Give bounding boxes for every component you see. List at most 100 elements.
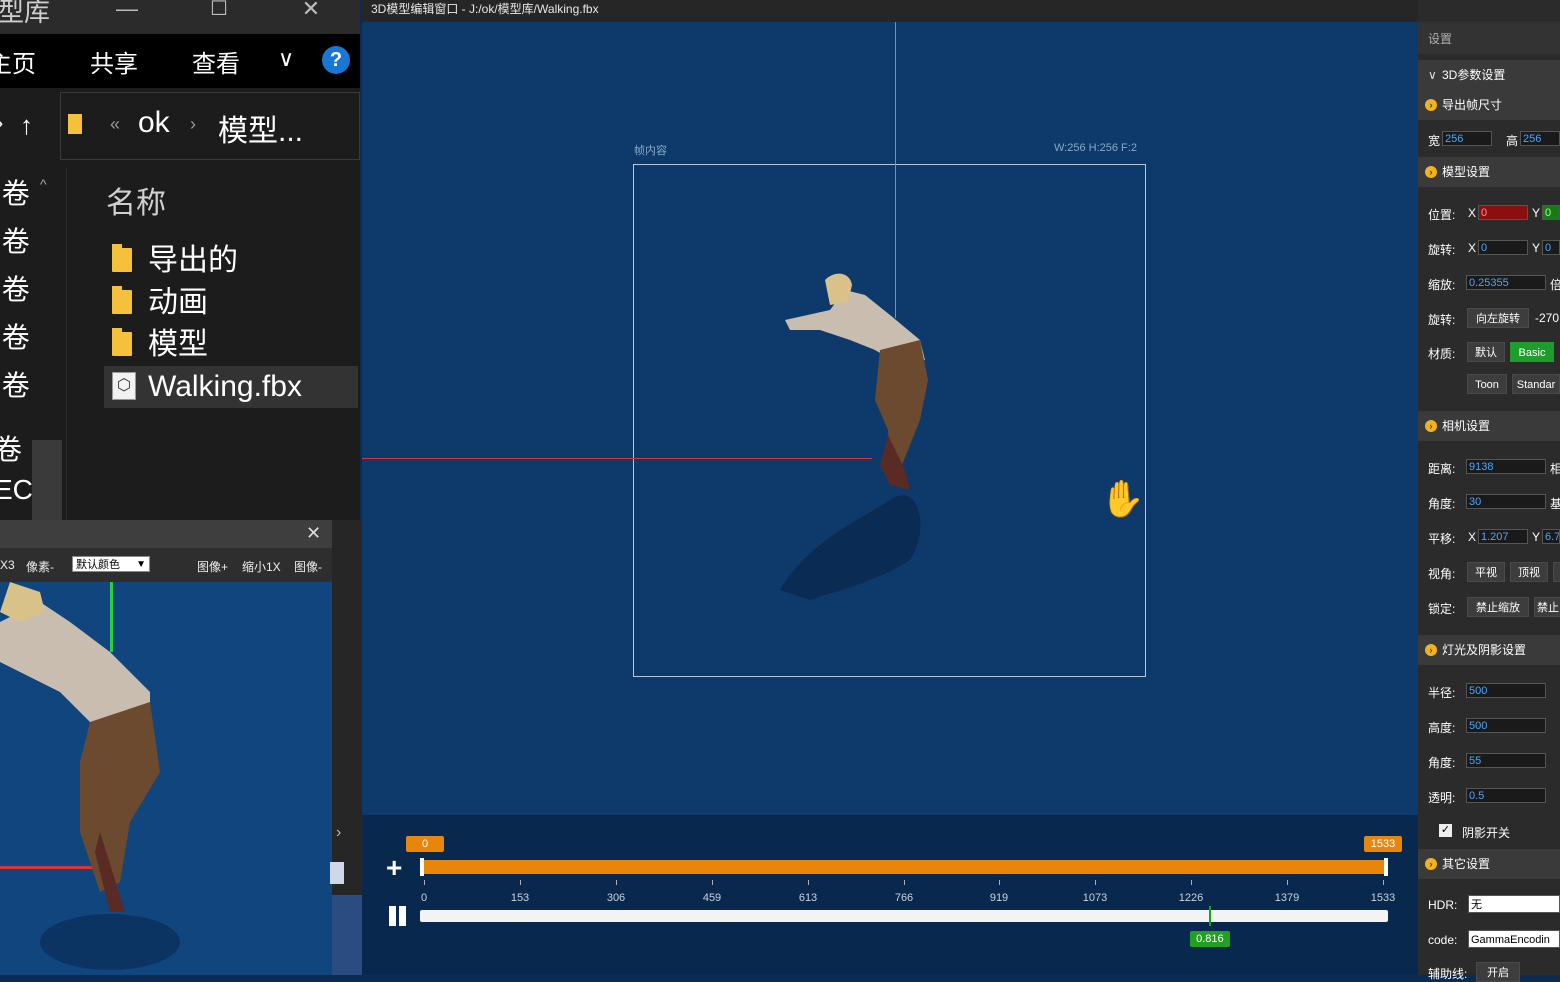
chevron-down-icon: ∨ — [1428, 68, 1437, 82]
section-other-settings[interactable]: › 其它设置 — [1418, 849, 1560, 879]
rotate-value: -270 — [1535, 311, 1560, 325]
editor-title: 3D模型编辑窗口 - J:/ok/模型库/Walking.fbx — [362, 0, 1418, 22]
y-axis-label: Y — [1532, 206, 1541, 220]
image-plus-button[interactable]: 图像+ — [197, 558, 228, 575]
view-top-button[interactable]: 顶视 — [1510, 562, 1548, 582]
section-camera-settings[interactable]: › 相机设置 — [1418, 411, 1560, 441]
view-more-button[interactable] — [1553, 562, 1560, 582]
color-select[interactable]: 默认颜色 ▼ — [72, 556, 150, 572]
close-icon[interactable]: ✕ — [306, 523, 321, 544]
file-row-folder[interactable]: 导出的 — [104, 240, 358, 282]
section-light-shadow[interactable]: › 灯光及阴影设置 — [1418, 635, 1560, 665]
position-y-input[interactable]: 0 — [1542, 205, 1560, 220]
model-figure[interactable] — [770, 270, 950, 600]
scroll-up-icon[interactable]: ^ — [40, 176, 47, 192]
breadcrumb-model[interactable]: 模型... — [218, 106, 303, 150]
breadcrumb-overflow[interactable]: « — [110, 114, 120, 135]
scale-input[interactable]: 0.25355 — [1466, 275, 1546, 290]
distance-input[interactable]: 9138 — [1466, 459, 1546, 474]
pixel-minus-button[interactable]: 像素- — [26, 558, 54, 575]
rotate-label: 旋转: — [1428, 313, 1456, 327]
pan-x-input[interactable]: 1.207 — [1478, 529, 1528, 544]
breadcrumb-ok[interactable]: ok — [138, 106, 170, 140]
tab-share[interactable]: 共享 — [90, 44, 138, 79]
light-height-input[interactable]: 500 — [1466, 718, 1546, 733]
material-basic-button[interactable]: Basic — [1510, 342, 1554, 362]
alpha-input[interactable]: 0.5 — [1466, 788, 1546, 803]
position-x-input[interactable]: 0 — [1478, 205, 1528, 220]
playhead-marker[interactable] — [1208, 906, 1211, 926]
tick-label: 613 — [798, 892, 818, 904]
material-toon-button[interactable]: Toon — [1467, 374, 1507, 394]
height-input[interactable]: 256 — [1520, 131, 1560, 146]
nav-scrollbar[interactable] — [32, 440, 62, 520]
light-angle-input[interactable]: 55 — [1466, 753, 1546, 768]
range-start-handle[interactable] — [420, 858, 424, 876]
close-button[interactable]: ✕ — [296, 0, 326, 22]
view-flat-button[interactable]: 平视 — [1467, 562, 1505, 582]
chevron-down-icon[interactable]: ∨ — [278, 46, 294, 72]
section-model-settings[interactable]: › 模型设置 — [1418, 157, 1560, 187]
alpha-label: 透明: — [1428, 791, 1456, 805]
shrink-button[interactable]: 缩小1X — [242, 558, 281, 575]
up-arrow-icon[interactable]: ↑ — [20, 110, 33, 141]
file-row-folder[interactable]: 模型 — [104, 324, 358, 366]
help-icon[interactable]: ? — [322, 46, 350, 74]
rotation-x-input[interactable]: 0 — [1478, 240, 1528, 255]
distance-suffix: 相 — [1550, 462, 1560, 476]
nav-item[interactable]: ]卷 — [0, 316, 30, 356]
nav-item[interactable]: ]卷 — [0, 220, 30, 260]
position-label: 位置: — [1428, 208, 1456, 222]
nav-item[interactable]: 卷 — [0, 428, 22, 468]
width-input[interactable]: 256 — [1442, 131, 1492, 146]
radius-input[interactable]: 500 — [1466, 683, 1546, 698]
tab-home[interactable]: 主页 — [0, 44, 36, 79]
playback-track[interactable] — [420, 910, 1388, 922]
angle-input[interactable]: 30 — [1466, 494, 1546, 509]
tab-view[interactable]: 查看 — [192, 44, 240, 79]
rotate-left-button[interactable]: 向左旋转 — [1467, 308, 1529, 328]
rotation-y-input[interactable]: 0 — [1542, 240, 1560, 255]
tick-mark — [424, 880, 425, 885]
angle-suffix: 基 — [1550, 497, 1560, 511]
section-3d-params[interactable]: ∨ 3D参数设置 — [1418, 60, 1560, 90]
rotation-label: 旋转: — [1428, 243, 1456, 257]
shadow-checkbox[interactable]: ✓ — [1439, 824, 1452, 837]
code-select[interactable]: GammaEncodin — [1468, 930, 1560, 948]
range-track[interactable] — [420, 860, 1386, 874]
aux-label: 辅助线: — [1428, 967, 1468, 981]
lock-zoom-button[interactable]: 禁止缩放 — [1467, 597, 1529, 617]
pan-y-input[interactable]: 6.7 — [1542, 529, 1560, 544]
height-label: 高 — [1506, 134, 1519, 148]
material-standard-button[interactable]: Standar — [1512, 374, 1560, 394]
minimize-button[interactable]: — — [112, 0, 142, 22]
maximize-button[interactable]: ☐ — [204, 0, 234, 22]
section-export-frame[interactable]: › 导出帧尺寸 — [1418, 90, 1560, 120]
range-end-handle[interactable] — [1384, 858, 1388, 876]
preview-viewport[interactable] — [0, 582, 332, 975]
column-header-name[interactable]: 名称 — [106, 178, 166, 222]
hdr-select[interactable]: 无 — [1468, 895, 1560, 913]
nav-item[interactable]: ]卷 — [0, 364, 30, 404]
x-axis-label: X — [1468, 530, 1477, 544]
dropdown-arrow-icon: ▼ — [136, 559, 146, 570]
scale-x3-button[interactable]: X3 — [0, 558, 15, 572]
lock-more-button[interactable]: 禁止 — [1534, 597, 1560, 617]
address-bar[interactable] — [60, 92, 360, 160]
aux-toggle-button[interactable]: 开启 — [1476, 962, 1520, 982]
chevron-right-icon[interactable]: › — [336, 824, 341, 842]
file-name: 动画 — [148, 286, 208, 319]
tick-mark — [999, 880, 1000, 885]
back-icon[interactable]: › — [0, 110, 3, 136]
settings-title: 设置 — [1418, 22, 1560, 54]
file-row-folder[interactable]: 动画 — [104, 282, 358, 324]
range-end-label: 1533 — [1364, 836, 1402, 852]
material-default-button[interactable]: 默认 — [1467, 342, 1505, 362]
add-keyframe-button[interactable]: + — [386, 852, 402, 884]
fbx-file-icon: ⬡ — [112, 372, 136, 400]
file-row-selected[interactable]: ⬡ Walking.fbx — [104, 366, 358, 408]
nav-item[interactable]: ]卷 — [0, 172, 30, 212]
frame-size: W:256 H:256 F:2 — [1054, 142, 1137, 154]
image-minus-button[interactable]: 图像- — [294, 558, 322, 575]
nav-item[interactable]: ]卷 — [0, 268, 30, 308]
